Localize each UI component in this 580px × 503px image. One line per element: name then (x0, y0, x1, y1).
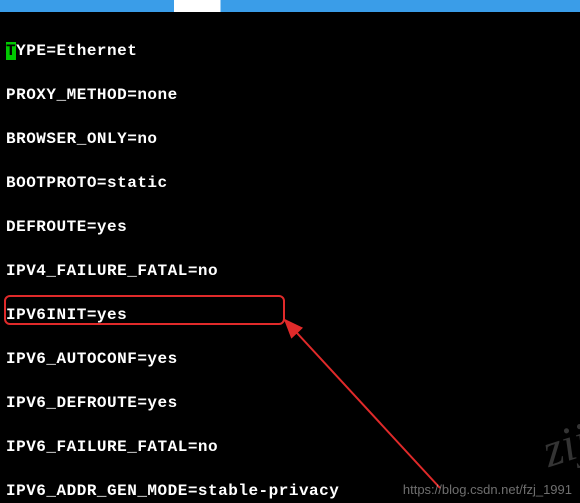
config-line: BOOTPROTO=static (6, 172, 574, 194)
config-line: DEFROUTE=yes (6, 216, 574, 238)
config-line: BROWSER_ONLY=no (6, 128, 574, 150)
config-line: IPV6_DEFROUTE=yes (6, 392, 574, 414)
config-line: IPV6_FAILURE_FATAL=no (6, 436, 574, 458)
config-line: YPE=Ethernet (16, 42, 137, 60)
source-watermark: https://blog.csdn.net/fzj_1991 (403, 482, 572, 497)
config-line: PROXY_METHOD=none (6, 84, 574, 106)
cursor: T (6, 42, 16, 60)
config-line: IPV4_FAILURE_FATAL=no (6, 260, 574, 282)
config-line: IPV6_AUTOCONF=yes (6, 348, 574, 370)
titlebar[interactable] (0, 0, 580, 12)
terminal-window: TYPE=Ethernet PROXY_METHOD=none BROWSER_… (0, 0, 580, 503)
terminal-content[interactable]: TYPE=Ethernet PROXY_METHOD=none BROWSER_… (0, 12, 580, 503)
config-line: IPV6INIT=yes (6, 304, 574, 326)
